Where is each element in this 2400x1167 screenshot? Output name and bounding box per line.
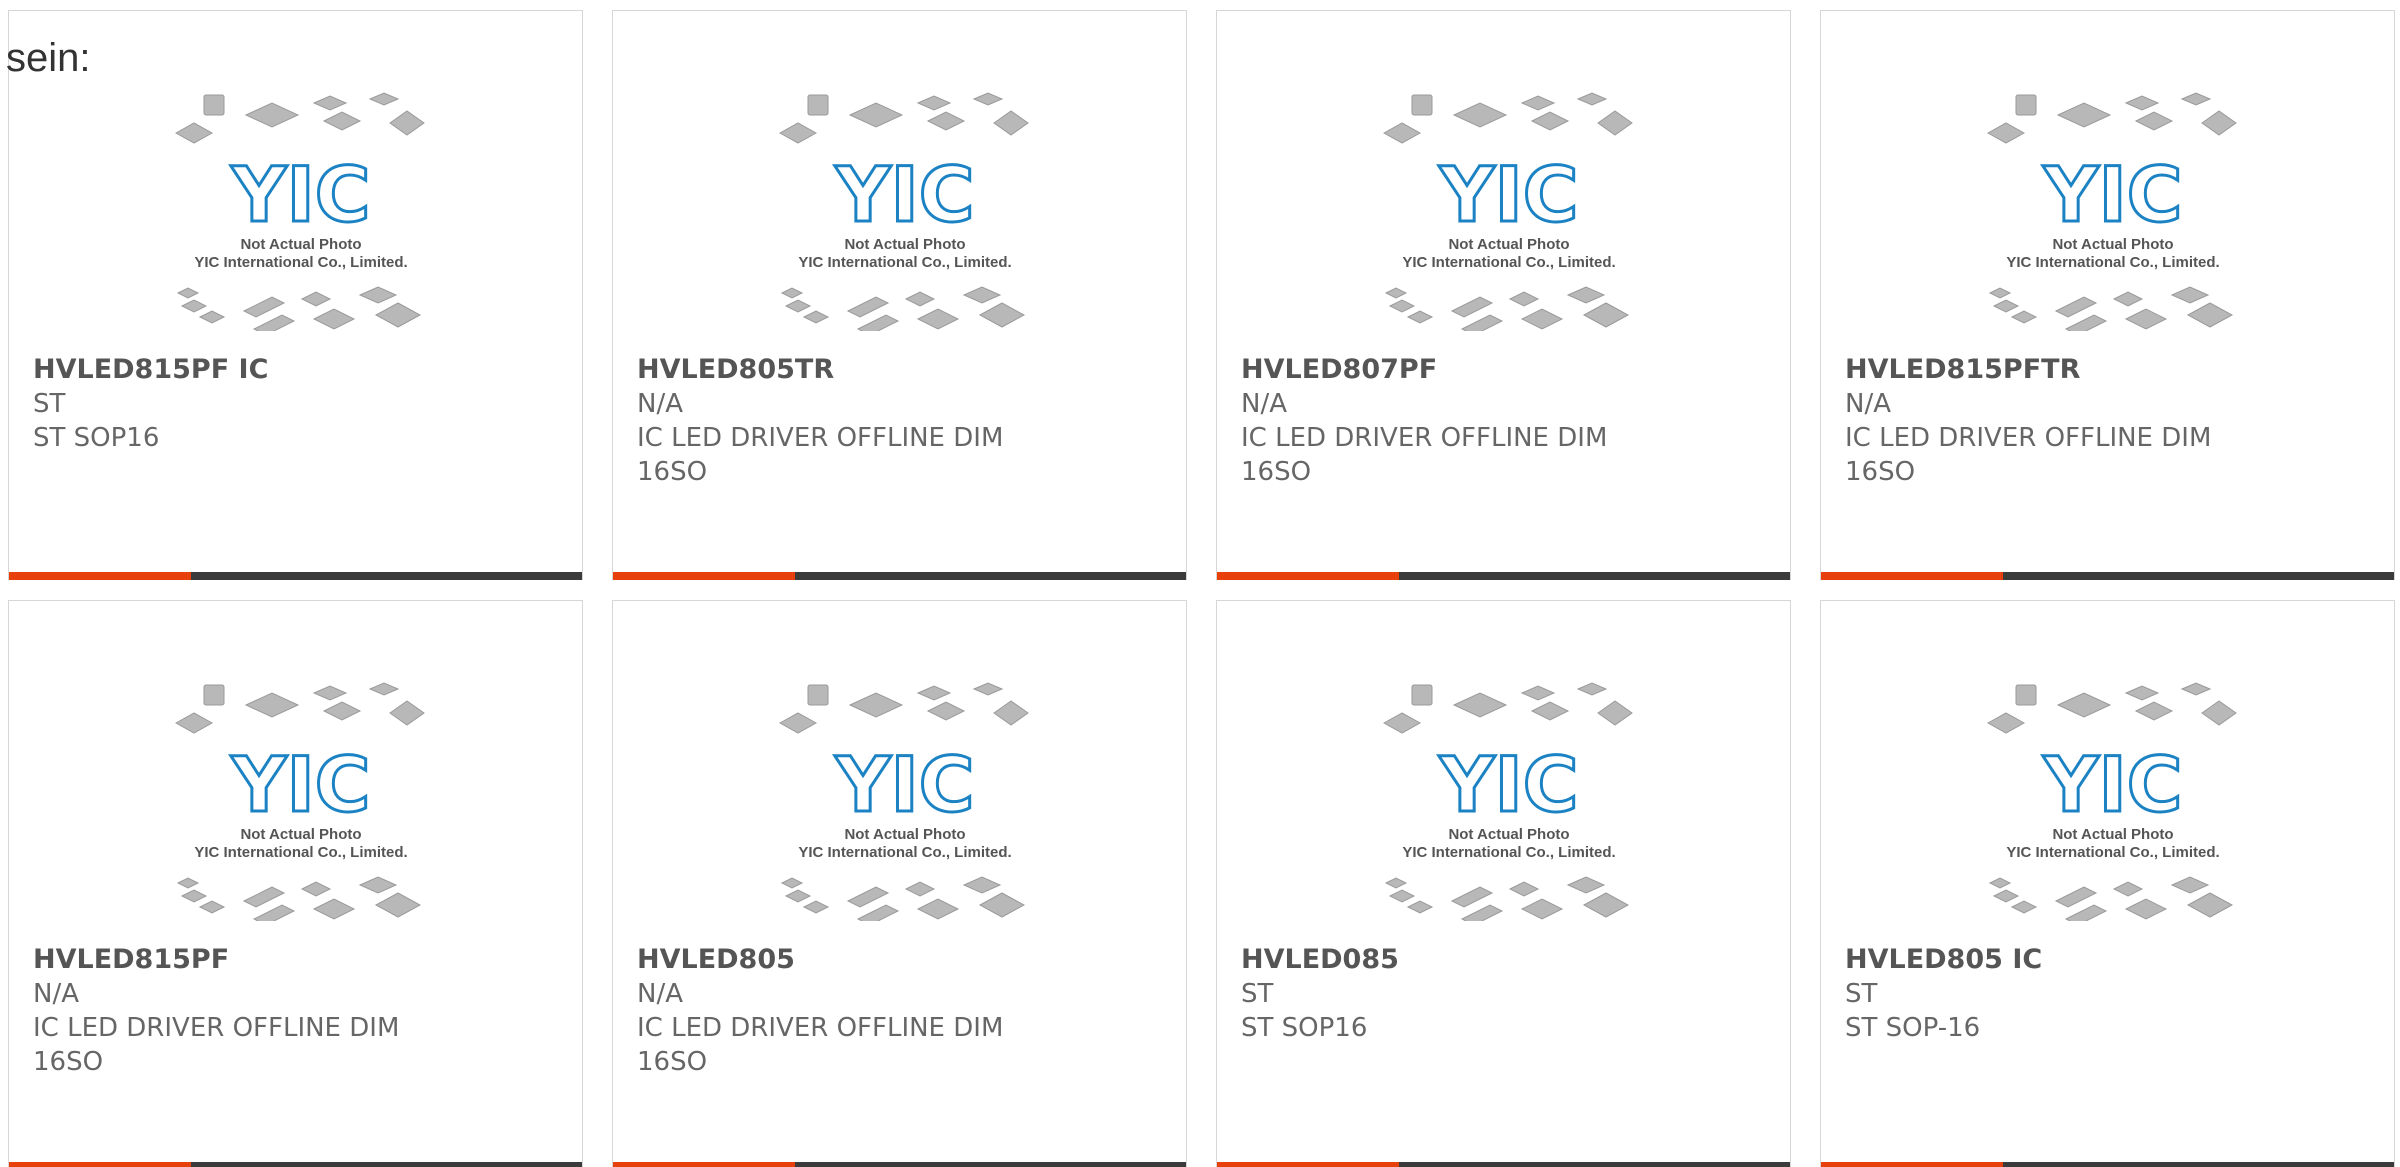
card-accent-bar: [613, 572, 795, 580]
svg-text:YIC: YIC: [2042, 740, 2182, 829]
svg-text:YIC: YIC: [2042, 150, 2182, 239]
brand-name: N/A: [1845, 389, 1891, 419]
card-accent-bar: [9, 572, 191, 580]
product-info: HVLED815PF IC ST ST SOP16: [33, 353, 562, 455]
brand-name: ST: [1845, 979, 1878, 1009]
product-info: HVLED815PF N/A IC LED DRIVER OFFLINE DIM…: [33, 943, 562, 1079]
card-bottom-bar: [613, 1162, 1186, 1167]
svg-text:YIC International Co., Limited: YIC International Co., Limited.: [194, 844, 407, 861]
card-bottom-bar: [1821, 1162, 2394, 1167]
product-card-5[interactable]: YIC Not Actual Photo YIC International C…: [8, 600, 583, 1167]
card-bottom-bar: [1821, 572, 2394, 580]
part-number[interactable]: HVLED805 IC: [1845, 943, 2374, 977]
card-bottom-bar: [9, 1162, 582, 1167]
product-card-1[interactable]: YIC Not Actual Photo YIC International C…: [8, 10, 583, 580]
svg-text:YIC: YIC: [834, 150, 974, 239]
svg-text:Not Actual Photo: Not Actual Photo: [844, 826, 965, 843]
product-placeholder-image[interactable]: YIC Not Actual Photo YIC International C…: [768, 91, 1043, 331]
product-grid-page: sein: YIC Not Actual Photo YIC Internati…: [0, 0, 2400, 1167]
svg-text:Not Actual Photo: Not Actual Photo: [2052, 826, 2173, 843]
card-accent-bar: [1821, 1162, 2003, 1167]
svg-text:Not Actual Photo: Not Actual Photo: [844, 236, 965, 253]
product-placeholder-image[interactable]: YIC Not Actual Photo YIC International C…: [1372, 681, 1647, 921]
product-card-4[interactable]: YIC Not Actual Photo YIC International C…: [1820, 10, 2395, 580]
part-number[interactable]: HVLED807PF: [1241, 353, 1770, 387]
svg-text:YIC: YIC: [230, 150, 370, 239]
card-bottom-bar: [1217, 572, 1790, 580]
svg-text:Not Actual Photo: Not Actual Photo: [1448, 826, 1569, 843]
product-description: IC LED DRIVER OFFLINE DIM 16SO: [1241, 423, 1608, 487]
intro-label: sein:: [6, 36, 91, 80]
product-description: IC LED DRIVER OFFLINE DIM 16SO: [1845, 423, 2212, 487]
part-number[interactable]: HVLED085: [1241, 943, 1770, 977]
svg-text:YIC International Co., Limited: YIC International Co., Limited.: [194, 254, 407, 271]
svg-text:YIC: YIC: [1438, 150, 1578, 239]
svg-text:YIC: YIC: [834, 740, 974, 829]
svg-text:YIC International Co., Limited: YIC International Co., Limited.: [1402, 254, 1615, 271]
svg-text:Not Actual Photo: Not Actual Photo: [2052, 236, 2173, 253]
svg-text:YIC International Co., Limited: YIC International Co., Limited.: [1402, 844, 1615, 861]
svg-text:YIC International Co., Limited: YIC International Co., Limited.: [2006, 254, 2219, 271]
product-info: HVLED807PF N/A IC LED DRIVER OFFLINE DIM…: [1241, 353, 1770, 489]
brand-name: N/A: [33, 979, 79, 1009]
product-placeholder-image[interactable]: YIC Not Actual Photo YIC International C…: [1976, 91, 2251, 331]
svg-text:YIC International Co., Limited: YIC International Co., Limited.: [798, 844, 1011, 861]
svg-text:Not Actual Photo: Not Actual Photo: [240, 826, 361, 843]
product-placeholder-image[interactable]: YIC Not Actual Photo YIC International C…: [768, 681, 1043, 921]
part-number[interactable]: HVLED815PFTR: [1845, 353, 2374, 387]
svg-text:YIC: YIC: [1438, 740, 1578, 829]
card-accent-bar: [1821, 572, 2003, 580]
card-accent-bar: [1217, 1162, 1399, 1167]
brand-name: ST: [33, 389, 66, 419]
product-card-8[interactable]: YIC Not Actual Photo YIC International C…: [1820, 600, 2395, 1167]
card-accent-bar: [9, 1162, 191, 1167]
svg-text:YIC International Co., Limited: YIC International Co., Limited.: [2006, 844, 2219, 861]
part-number[interactable]: HVLED805: [637, 943, 1166, 977]
product-card-7[interactable]: YIC Not Actual Photo YIC International C…: [1216, 600, 1791, 1167]
product-placeholder-image[interactable]: YIC Not Actual Photo YIC International C…: [1372, 91, 1647, 331]
product-card-3[interactable]: YIC Not Actual Photo YIC International C…: [1216, 10, 1791, 580]
product-info: HVLED815PFTR N/A IC LED DRIVER OFFLINE D…: [1845, 353, 2374, 489]
product-placeholder-image[interactable]: YIC Not Actual Photo YIC International C…: [164, 681, 439, 921]
product-description: IC LED DRIVER OFFLINE DIM 16SO: [33, 1013, 400, 1077]
product-description: IC LED DRIVER OFFLINE DIM 16SO: [637, 423, 1004, 487]
svg-text:Not Actual Photo: Not Actual Photo: [1448, 236, 1569, 253]
svg-text:Not Actual Photo: Not Actual Photo: [240, 236, 361, 253]
card-accent-bar: [613, 1162, 795, 1167]
product-info: HVLED085 ST ST SOP16: [1241, 943, 1770, 1045]
card-bottom-bar: [9, 572, 582, 580]
product-card-2[interactable]: YIC Not Actual Photo YIC International C…: [612, 10, 1187, 580]
product-info: HVLED805 IC ST ST SOP-16: [1845, 943, 2374, 1045]
product-info: HVLED805 N/A IC LED DRIVER OFFLINE DIM 1…: [637, 943, 1166, 1079]
product-description: ST SOP16: [33, 423, 160, 453]
card-bottom-bar: [613, 572, 1186, 580]
card-bottom-bar: [1217, 1162, 1790, 1167]
brand-name: ST: [1241, 979, 1274, 1009]
product-description: ST SOP16: [1241, 1013, 1368, 1043]
svg-text:YIC International Co., Limited: YIC International Co., Limited.: [798, 254, 1011, 271]
brand-name: N/A: [637, 979, 683, 1009]
product-placeholder-image[interactable]: YIC Not Actual Photo YIC International C…: [1976, 681, 2251, 921]
brand-name: N/A: [1241, 389, 1287, 419]
product-card-6[interactable]: YIC Not Actual Photo YIC International C…: [612, 600, 1187, 1167]
product-description: ST SOP-16: [1845, 1013, 1981, 1043]
product-description: IC LED DRIVER OFFLINE DIM 16SO: [637, 1013, 1004, 1077]
part-number[interactable]: HVLED815PF: [33, 943, 562, 977]
product-info: HVLED805TR N/A IC LED DRIVER OFFLINE DIM…: [637, 353, 1166, 489]
part-number[interactable]: HVLED815PF IC: [33, 353, 562, 387]
brand-name: N/A: [637, 389, 683, 419]
svg-text:YIC: YIC: [230, 740, 370, 829]
product-placeholder-image[interactable]: YIC Not Actual Photo YIC International C…: [164, 91, 439, 331]
card-accent-bar: [1217, 572, 1399, 580]
part-number[interactable]: HVLED805TR: [637, 353, 1166, 387]
